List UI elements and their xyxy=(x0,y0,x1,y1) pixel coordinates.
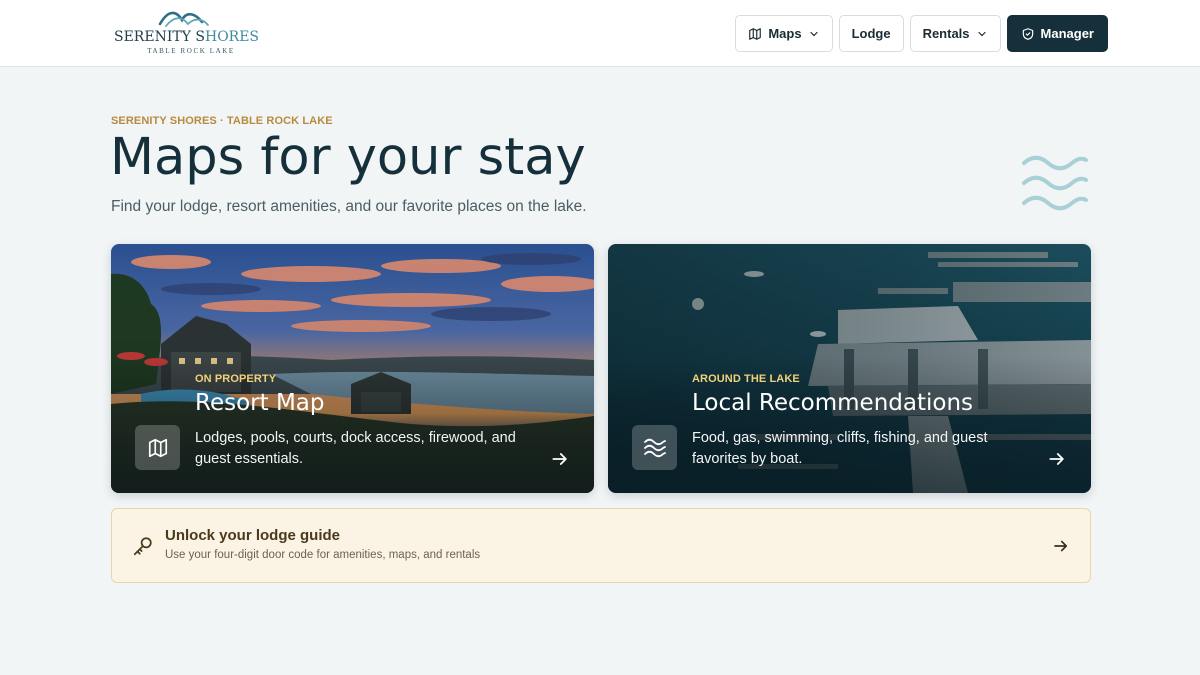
logo-waves-icon xyxy=(158,11,209,27)
chevron-down-icon xyxy=(977,31,986,36)
lodge-label: Lodge xyxy=(851,26,891,41)
logo[interactable]: SERENITY SHORES TABLE ROCK LAKE xyxy=(112,8,260,56)
arrow-right-icon xyxy=(1054,540,1068,552)
map-icon xyxy=(135,425,180,470)
card-eyebrow: ON PROPERTY xyxy=(195,373,277,385)
card-title: Resort Map xyxy=(195,390,325,416)
page-title: Maps for your stay xyxy=(110,128,586,187)
top-bar: SERENITY SHORES TABLE ROCK LAKE Maps Lod… xyxy=(0,0,1200,67)
manager-button[interactable]: Manager xyxy=(1006,15,1108,52)
logo-subtitle: TABLE ROCK LAKE xyxy=(147,47,235,55)
arrow-right-icon xyxy=(1049,453,1064,465)
rentals-dropdown-button[interactable]: Rentals xyxy=(909,15,1001,52)
chevron-down-icon xyxy=(809,31,818,36)
maps-label: Maps xyxy=(768,26,802,41)
local-recommendations-card[interactable]: AROUND THE LAKE Local Recommendations Fo… xyxy=(608,244,1091,493)
main-nav: Maps Lodge Rentals Manager xyxy=(735,15,1108,52)
unlock-title: Unlock your lodge guide xyxy=(165,527,341,544)
decorative-waves-icon xyxy=(1022,155,1088,211)
resort-map-card[interactable]: ON PROPERTY Resort Map Lodges, pools, co… xyxy=(111,244,594,493)
hero-eyebrow: SERENITY SHORES · TABLE ROCK LAKE xyxy=(111,115,333,127)
maps-dropdown-button[interactable]: Maps xyxy=(735,15,833,52)
map-icon xyxy=(749,27,762,40)
unlock-subtitle: Use your four-digit door code for amenit… xyxy=(165,549,481,561)
page-subtitle: Find your lodge, resort amenities, and o… xyxy=(111,198,587,215)
card-description: Food, gas, swimming, cliffs, fishing, an… xyxy=(692,430,988,467)
waves-icon xyxy=(632,425,677,470)
arrow-right-icon xyxy=(552,453,567,465)
card-description: Lodges, pools, courts, dock access, fire… xyxy=(195,430,516,467)
unlock-lodge-guide-banner[interactable]: Unlock your lodge guide Use your four-di… xyxy=(111,508,1091,583)
card-title: Local Recommendations xyxy=(692,390,974,416)
manager-label: Manager xyxy=(1040,26,1094,41)
shield-icon xyxy=(1022,27,1033,40)
logo-wordmark: SERENITY SHORES xyxy=(114,29,260,45)
rentals-label: Rentals xyxy=(922,26,970,41)
key-icon xyxy=(133,537,152,556)
card-eyebrow: AROUND THE LAKE xyxy=(692,373,800,385)
lodge-button[interactable]: Lodge xyxy=(838,15,904,52)
